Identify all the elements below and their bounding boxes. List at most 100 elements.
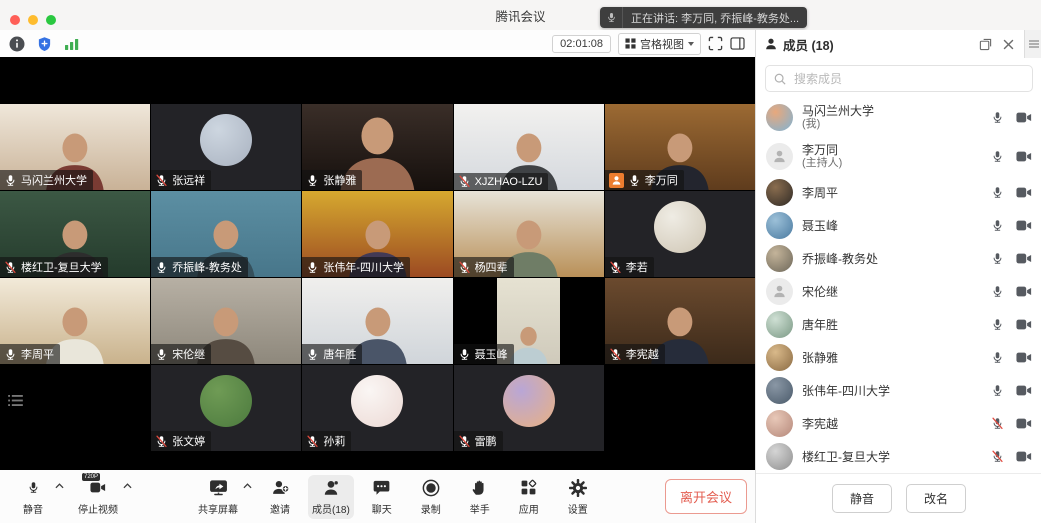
member-list: 马闪兰州大学(我)李万同(主持人)李周平聂玉峰乔振峰-教务处宋伦继唐年胜张静雅张… (756, 96, 1041, 473)
microphone-icon[interactable] (991, 318, 1004, 331)
pop-out-panel-icon[interactable] (979, 38, 992, 51)
record-button[interactable]: 录制 (410, 475, 452, 519)
settings-button[interactable]: 设置 (557, 475, 599, 519)
member-row[interactable]: 唐年胜 (756, 308, 1041, 341)
members-icon (322, 478, 340, 498)
video-tile[interactable]: 张文婷 (151, 365, 301, 451)
video-tile[interactable]: 李万同 (605, 104, 755, 190)
microphone-icon[interactable] (991, 186, 1004, 199)
camera-icon[interactable] (1016, 384, 1032, 397)
invite-button[interactable]: 邀请 (259, 475, 301, 519)
member-name: 楼红卫-复旦大学 (802, 450, 983, 464)
member-row[interactable]: 李万同(主持人) (756, 137, 1041, 176)
microphone-muted-icon (155, 435, 168, 448)
camera-icon[interactable] (1016, 417, 1032, 430)
participant-name-label: 张静雅 (302, 170, 362, 190)
member-search-input[interactable] (792, 71, 1024, 87)
members-panel-header: 成员 (18) (756, 30, 1041, 58)
mute-member-button[interactable]: 静音 (832, 484, 892, 513)
rename-member-button[interactable]: 改名 (906, 484, 966, 513)
member-row[interactable]: 李周平 (756, 176, 1041, 209)
member-name: 张伟年-四川大学 (802, 384, 983, 398)
meeting-info-icon[interactable] (9, 36, 25, 52)
participant-avatar (200, 114, 252, 166)
microphone-icon[interactable] (991, 351, 1004, 364)
share-screen-button[interactable]: 共享屏幕 (194, 475, 242, 519)
participant-name: 马闪兰州大学 (21, 172, 87, 188)
video-tile[interactable]: 乔振峰-教务处 (151, 191, 301, 277)
list-layout-icon[interactable] (8, 395, 23, 406)
video-tile[interactable]: 宋伦继 (151, 278, 301, 364)
camera-icon[interactable] (1016, 111, 1032, 124)
camera-icon[interactable] (1016, 285, 1032, 298)
share-screen-label: 共享屏幕 (198, 501, 238, 516)
video-tile[interactable]: 雷鹏 (454, 365, 604, 451)
member-row[interactable]: 聂玉峰 (756, 209, 1041, 242)
microphone-icon (155, 261, 168, 274)
microphone-icon[interactable] (991, 111, 1004, 124)
network-signal-icon[interactable] (64, 37, 80, 51)
close-panel-icon[interactable] (1003, 39, 1014, 50)
raise-hand-button[interactable]: 举手 (459, 475, 501, 519)
member-search-box[interactable] (765, 65, 1033, 92)
security-shield-icon[interactable] (37, 36, 52, 52)
microphone-icon[interactable] (991, 384, 1004, 397)
meeting-control-bar: 静音 720P停止视频 共享屏幕 邀请成员(18)聊天录制 举手应用设置 离开会议 (0, 470, 755, 523)
camera-icon[interactable] (1016, 219, 1032, 232)
video-tile[interactable]: 孙莉 (302, 365, 452, 451)
participant-avatar (200, 375, 252, 427)
video-tile[interactable]: 张伟年-四川大学 (302, 191, 452, 277)
participant-avatar (351, 375, 403, 427)
microphone-muted-icon[interactable] (991, 450, 1004, 463)
member-row[interactable]: 楼红卫-复旦大学 (756, 440, 1041, 473)
camera-icon[interactable] (1016, 150, 1032, 163)
microphone-icon[interactable] (991, 252, 1004, 265)
side-panel-toggle-icon[interactable] (730, 37, 745, 50)
member-row[interactable]: 马闪兰州大学(我) (756, 98, 1041, 137)
record-label: 录制 (421, 501, 441, 516)
participant-name-label: 宋伦继 (151, 344, 211, 364)
camera-icon[interactable] (1016, 351, 1032, 364)
member-row[interactable]: 张静雅 (756, 341, 1041, 374)
camera-icon[interactable] (1016, 450, 1032, 463)
microphone-icon[interactable] (991, 219, 1004, 232)
video-tile[interactable]: 李周平 (0, 278, 150, 364)
apps-button[interactable]: 应用 (508, 475, 550, 519)
member-row[interactable]: 李宪越 (756, 407, 1041, 440)
microphone-icon[interactable] (991, 150, 1004, 163)
microphone-icon[interactable] (991, 285, 1004, 298)
camera-icon[interactable] (1016, 186, 1032, 199)
member-row[interactable]: 宋伦继 (756, 275, 1041, 308)
stop-video-options-chevron-icon[interactable] (123, 483, 132, 489)
video-tile[interactable]: 张静雅 (302, 104, 452, 190)
microphone-muted-icon[interactable] (991, 417, 1004, 430)
fullscreen-icon[interactable] (708, 36, 723, 51)
share-screen-options-chevron-icon[interactable] (243, 483, 252, 489)
leave-meeting-button[interactable]: 离开会议 (665, 479, 747, 514)
view-mode-dropdown[interactable]: 宫格视图 (618, 33, 701, 55)
member-name: 聂玉峰 (802, 219, 983, 233)
member-row[interactable]: 张伟年-四川大学 (756, 374, 1041, 407)
member-row[interactable]: 乔振峰-教务处 (756, 242, 1041, 275)
speaking-banner-text: 正在讲话: 李万同, 乔振峰-教务处... (623, 10, 807, 26)
mute-options-chevron-icon[interactable] (55, 483, 64, 489)
video-tile[interactable]: 唐年胜 (302, 278, 452, 364)
video-tile[interactable]: 李若 (605, 191, 755, 277)
chat-button[interactable]: 聊天 (361, 475, 403, 519)
video-tile[interactable]: 聂玉峰 (454, 278, 604, 364)
video-tile[interactable]: XJZHAO-LZU (454, 104, 604, 190)
camera-icon[interactable] (1016, 318, 1032, 331)
panel-more-icon[interactable] (1024, 30, 1041, 58)
video-tile[interactable]: 李宪越 (605, 278, 755, 364)
camera-icon[interactable] (1016, 252, 1032, 265)
member-name: 宋伦继 (802, 285, 983, 299)
video-tile[interactable]: 楼红卫-复旦大学 (0, 191, 150, 277)
members-button[interactable]: 成员(18) (308, 475, 354, 519)
participant-name: 李宪越 (626, 346, 659, 362)
video-tile[interactable]: 杨四辈 (454, 191, 604, 277)
video-tile[interactable]: 张远祥 (151, 104, 301, 190)
stop-video-button[interactable]: 720P停止视频 (74, 475, 122, 519)
mute-button[interactable]: 静音 (12, 475, 54, 519)
participant-name-label: 楼红卫-复旦大学 (0, 257, 108, 277)
video-tile[interactable]: 马闪兰州大学 (0, 104, 150, 190)
